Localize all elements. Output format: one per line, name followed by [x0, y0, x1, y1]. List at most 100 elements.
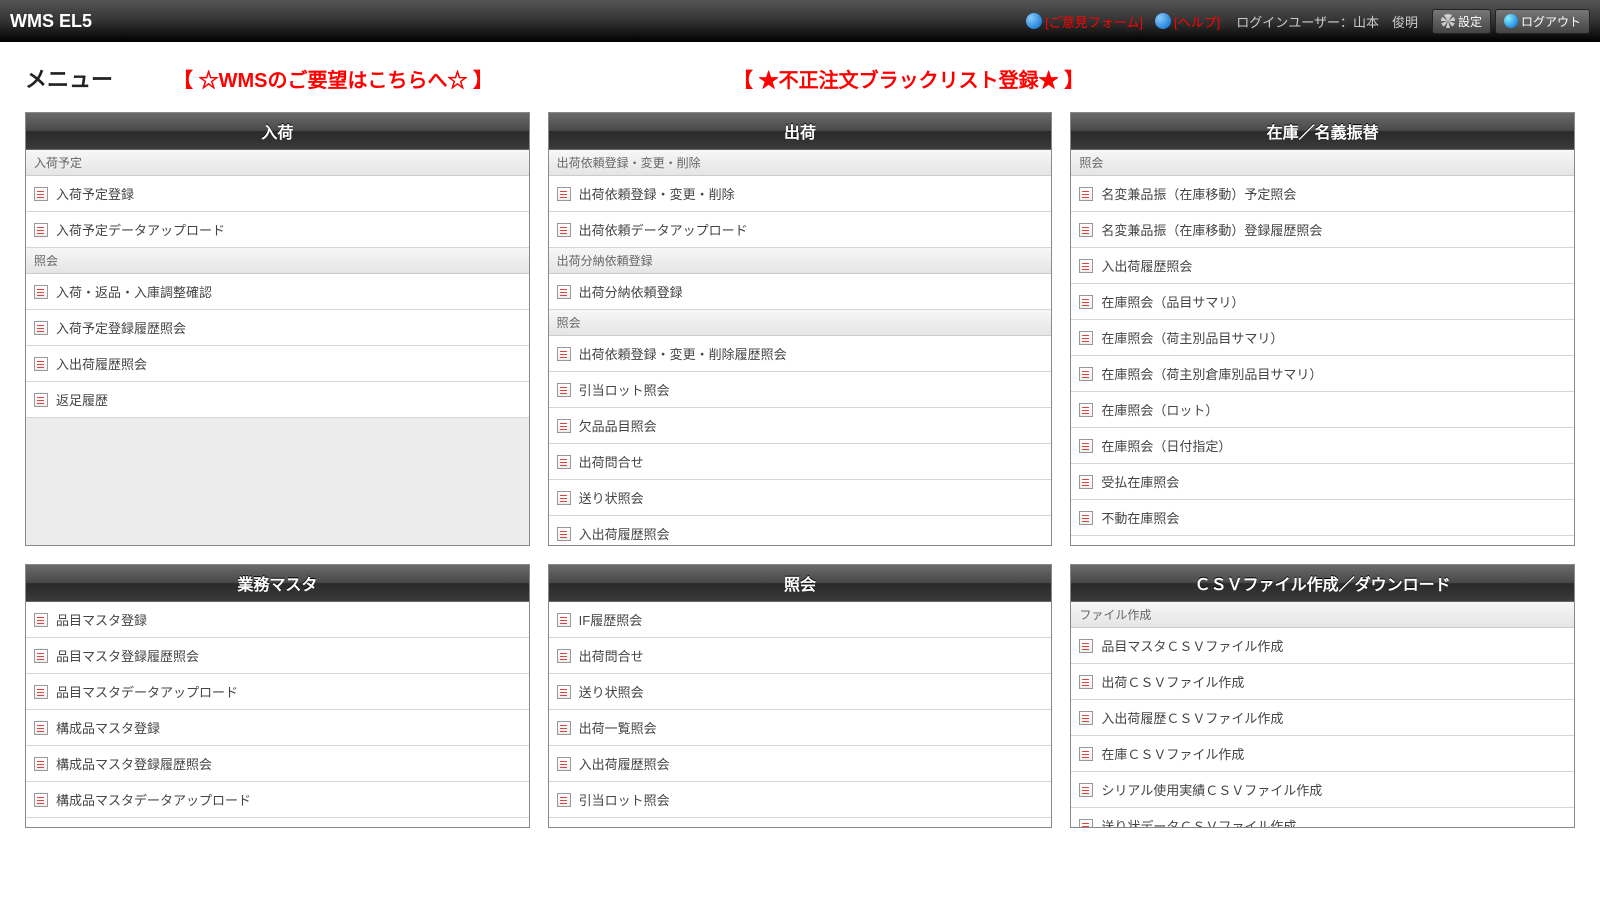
subheader: 出荷依頼登録・変更・削除 — [549, 150, 1052, 176]
menu-item-label: 名変兼品振（在庫移動）登録履歴照会 — [1101, 220, 1322, 239]
user-prefix: ログインユーザー： — [1236, 15, 1353, 30]
subheader: 出荷分納依頼登録 — [549, 248, 1052, 274]
menu-item[interactable]: 出荷依頼登録・変更・削除 — [549, 176, 1052, 212]
menu-item[interactable]: 入荷予定登録履歴照会 — [26, 310, 529, 346]
menu-item-label: 在庫ＣＳＶファイル作成 — [1101, 744, 1244, 763]
list-icon — [557, 491, 571, 505]
menu-item[interactable]: 在庫ＣＳＶファイル作成 — [1071, 736, 1574, 772]
menu-item-label: 出荷依頼登録・変更・削除履歴照会 — [579, 344, 787, 363]
menu-item[interactable]: 構成品マスタ登録履歴照会 — [26, 746, 529, 782]
subheader: 照会 — [549, 310, 1052, 336]
menu-item[interactable]: 品目マスタＣＳＶファイル作成 — [1071, 628, 1574, 664]
panel-nyuka: 入荷 入荷予定入荷予定登録入荷予定データアップロード照会入荷・返品・入庫調整確認… — [25, 112, 530, 546]
panel-body[interactable]: ファイル作成品目マスタＣＳＶファイル作成出荷ＣＳＶファイル作成入出荷履歴ＣＳＶフ… — [1071, 602, 1574, 827]
menu-item[interactable]: 在庫照会（荷主別倉庫別品目サマリ） — [1071, 356, 1574, 392]
panel-body[interactable]: 照会名変兼品振（在庫移動）予定照会名変兼品振（在庫移動）登録履歴照会入出荷履歴照… — [1071, 150, 1574, 545]
menu-item[interactable]: 入荷予定データアップロード — [26, 212, 529, 248]
menu-item-label: 引当ロット照会 — [579, 790, 670, 809]
menu-item-label: 品目マスタＣＳＶファイル作成 — [1101, 636, 1283, 655]
menu-item-label: 受払在庫照会 — [1101, 472, 1179, 491]
panel-body[interactable]: IF履歴照会出荷問合せ送り状照会出荷一覧照会入出荷履歴照会引当ロット照会欠品品目… — [549, 602, 1052, 827]
menu-item-label: 在庫照会（荷主別品目サマリ） — [1101, 328, 1283, 347]
subheader: 照会 — [26, 248, 529, 274]
menu-item[interactable]: 入出荷履歴ＣＳＶファイル作成 — [1071, 700, 1574, 736]
menu-item-label: 入出荷履歴照会 — [579, 524, 670, 543]
menu-item[interactable]: 欠品品目照会 — [549, 408, 1052, 444]
menu-item[interactable]: 出荷一覧照会 — [549, 710, 1052, 746]
wms-request-link[interactable]: 【 ☆WMSのご要望はこちらへ☆ 】 — [173, 64, 493, 93]
menu-item[interactable]: 名変兼品振（在庫移動）登録履歴照会 — [1071, 212, 1574, 248]
menu-item[interactable]: 品目マスタ登録 — [26, 602, 529, 638]
menu-item[interactable]: 入出荷履歴照会 — [549, 516, 1052, 545]
info-icon — [1026, 13, 1042, 29]
menu-item[interactable]: IF履歴照会 — [549, 602, 1052, 638]
menu-item[interactable]: 送り状データＣＳＶファイル作成 — [1071, 808, 1574, 827]
menu-item[interactable]: 入荷・返品・入庫調整確認 — [26, 274, 529, 310]
list-icon — [1079, 675, 1093, 689]
help-link[interactable]: [ヘルプ] — [1155, 12, 1220, 31]
panel-body[interactable]: 入荷予定入荷予定登録入荷予定データアップロード照会入荷・返品・入庫調整確認入荷予… — [26, 150, 529, 545]
menu-item[interactable]: 受払在庫照会 — [1071, 464, 1574, 500]
menu-item-label: シリアル使用実績ＣＳＶファイル作成 — [1101, 780, 1322, 799]
menu-item-label: 出荷依頼登録・変更・削除 — [579, 184, 735, 203]
menu-item[interactable]: シリアル使用実績ＣＳＶファイル作成 — [1071, 772, 1574, 808]
menu-item[interactable]: 入荷・返品・入庫調整確認 — [1071, 536, 1574, 545]
panel-header: 出荷 — [549, 113, 1052, 150]
list-icon — [1079, 819, 1093, 828]
list-icon — [557, 187, 571, 201]
menu-item[interactable]: 出荷問合せ — [549, 444, 1052, 480]
menu-item[interactable]: 返足履歴 — [26, 382, 529, 418]
menu-item[interactable]: 送り状照会 — [549, 674, 1052, 710]
menu-item[interactable]: 出荷問合せ — [549, 638, 1052, 674]
menu-item[interactable]: 在庫照会（荷主別品目サマリ） — [1071, 320, 1574, 356]
menu-item[interactable]: 送り状照会 — [549, 480, 1052, 516]
menu-item[interactable]: 品目マスタデータアップロード — [26, 674, 529, 710]
menu-item[interactable]: 品目マスタ登録履歴照会 — [26, 638, 529, 674]
logout-label: ログアウト — [1521, 13, 1581, 30]
menu-item[interactable]: 納品先マスタ登録 — [26, 818, 529, 827]
settings-button[interactable]: 設定 — [1432, 9, 1491, 34]
menu-item-label: 出荷分納依頼登録 — [579, 282, 683, 301]
menu-item[interactable]: 在庫照会（日付指定） — [1071, 428, 1574, 464]
menu-item[interactable]: 不動在庫照会 — [1071, 500, 1574, 536]
gear-icon — [1441, 14, 1455, 28]
list-icon — [34, 187, 48, 201]
list-icon — [1079, 511, 1093, 525]
menu-item-label: 入出荷履歴照会 — [1101, 256, 1192, 275]
list-icon — [34, 721, 48, 735]
panel-csv: ＣＳＶファイル作成／ダウンロード ファイル作成品目マスタＣＳＶファイル作成出荷Ｃ… — [1070, 564, 1575, 828]
menu-item-label: 出荷一覧照会 — [579, 718, 657, 737]
blacklist-link[interactable]: 【 ★不正注文ブラックリスト登録★ 】 — [733, 64, 1084, 93]
menu-item[interactable]: 引当ロット照会 — [549, 372, 1052, 408]
menu-item[interactable]: 在庫照会（ロット） — [1071, 392, 1574, 428]
menu-item[interactable]: 入出荷履歴照会 — [549, 746, 1052, 782]
list-icon — [34, 321, 48, 335]
menu-item[interactable]: 欠品品目照会 — [549, 818, 1052, 827]
menu-item[interactable]: 入出荷履歴照会 — [1071, 248, 1574, 284]
panel-body[interactable]: 品目マスタ登録品目マスタ登録履歴照会品目マスタデータアップロード構成品マスタ登録… — [26, 602, 529, 827]
menu-item[interactable]: 引当ロット照会 — [549, 782, 1052, 818]
logout-button[interactable]: ログアウト — [1495, 9, 1590, 34]
panel-header: 在庫／名義振替 — [1071, 113, 1574, 150]
menu-item[interactable]: 在庫照会（品目サマリ） — [1071, 284, 1574, 320]
menu-item[interactable]: 構成品マスタ登録 — [26, 710, 529, 746]
menu-item-label: 品目マスタデータアップロード — [56, 682, 238, 701]
list-icon — [1079, 639, 1093, 653]
menu-item[interactable]: 入出荷履歴照会 — [26, 346, 529, 382]
menu-item-label: 入荷予定登録 — [56, 184, 134, 203]
menu-item[interactable]: 出荷ＣＳＶファイル作成 — [1071, 664, 1574, 700]
panel-body[interactable]: 出荷依頼登録・変更・削除出荷依頼登録・変更・削除出荷依頼データアップロード出荷分… — [549, 150, 1052, 545]
opinion-form-link[interactable]: [ご意見フォーム] — [1026, 12, 1143, 31]
menu-item[interactable]: 名変兼品振（在庫移動）予定照会 — [1071, 176, 1574, 212]
menu-item[interactable]: 構成品マスタデータアップロード — [26, 782, 529, 818]
menu-item-label: 構成品マスタ登録 — [56, 718, 160, 737]
menu-item-label: 引当ロット照会 — [579, 380, 670, 399]
menu-item[interactable]: 出荷依頼登録・変更・削除履歴照会 — [549, 336, 1052, 372]
list-icon — [557, 419, 571, 433]
menu-item-label: 欠品品目照会 — [579, 826, 657, 827]
list-icon — [557, 383, 571, 397]
menu-item[interactable]: 出荷分納依頼登録 — [549, 274, 1052, 310]
menu-item[interactable]: 出荷依頼データアップロード — [549, 212, 1052, 248]
menu-item[interactable]: 入荷予定登録 — [26, 176, 529, 212]
list-icon — [34, 793, 48, 807]
